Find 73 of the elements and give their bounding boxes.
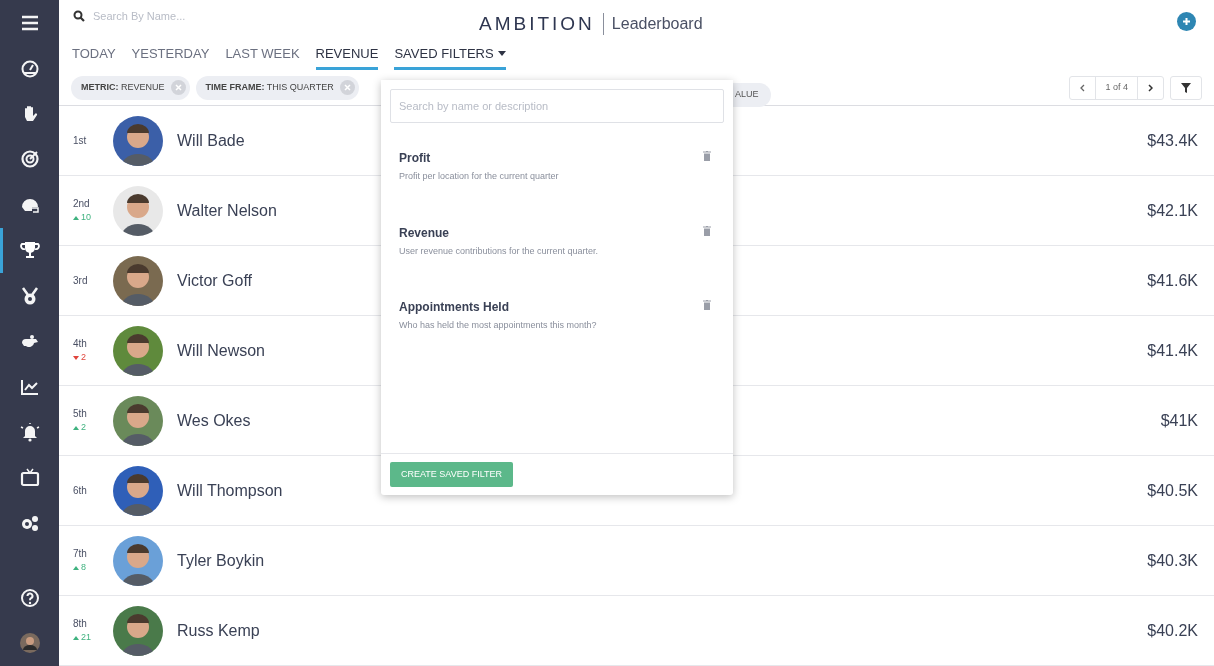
user-avatar[interactable] xyxy=(19,633,40,654)
page-title: Leaderboard xyxy=(611,14,703,35)
filter-title[interactable]: Revenue xyxy=(399,223,703,242)
target-icon[interactable] xyxy=(19,149,40,170)
chevron-right-icon xyxy=(1148,83,1153,92)
filter-description: Who has held the most appointments this month? xyxy=(399,319,598,332)
rank: 7th xyxy=(73,547,88,562)
tab[interactable]: YESTERDAY xyxy=(131,43,210,71)
filter-icon xyxy=(1181,82,1191,93)
filter-title[interactable]: Appointments Held xyxy=(399,298,703,316)
revenue-value: $41.6K xyxy=(1147,270,1198,291)
revenue-value: $40.3K xyxy=(1147,550,1198,571)
tv-icon[interactable] xyxy=(19,467,40,488)
up-arrow-icon xyxy=(73,566,79,570)
filter-button[interactable] xyxy=(1170,75,1202,100)
revenue-value: $41.4K xyxy=(1147,340,1198,361)
tab[interactable]: SAVED FILTERS xyxy=(394,43,506,71)
rank-change: 8 xyxy=(81,561,86,575)
filter-chip[interactable]: METRIC: REVENUE xyxy=(71,75,190,100)
revenue-value: $43.4K xyxy=(1147,130,1198,151)
revenue-value: $42.1K xyxy=(1147,200,1198,221)
search-field[interactable]: Search By Name... xyxy=(93,7,293,25)
down-arrow-icon xyxy=(73,356,79,360)
tab[interactable]: REVENUE xyxy=(315,43,379,71)
rank-change: 2 xyxy=(81,421,86,435)
person-name[interactable]: Victor Goff xyxy=(177,268,252,293)
rank-change: 10 xyxy=(81,211,91,225)
active-indicator xyxy=(0,227,3,273)
delete-icon[interactable] xyxy=(703,151,711,161)
tab[interactable]: LAST WEEK xyxy=(225,43,300,71)
revenue-value: $40.5K xyxy=(1147,480,1198,501)
delete-icon[interactable] xyxy=(703,225,711,236)
person-name[interactable]: Will Newson xyxy=(177,338,265,363)
revenue-value: $40.2K xyxy=(1147,620,1198,641)
up-arrow-icon xyxy=(73,426,79,430)
rank: 5th xyxy=(73,407,88,422)
chevron-left-icon xyxy=(1080,83,1086,92)
add-button[interactable] xyxy=(1177,12,1196,31)
help-icon[interactable] xyxy=(19,587,40,608)
up-arrow-icon xyxy=(73,216,79,220)
filter-title[interactable]: Profit xyxy=(399,149,703,167)
filter-description: User revenue contributions for the current quarter. xyxy=(399,244,600,258)
tab[interactable]: TODAY xyxy=(72,43,116,71)
delete-icon[interactable] xyxy=(703,300,711,310)
rank: 8th xyxy=(73,617,88,632)
up-arrow-icon xyxy=(73,636,79,640)
caret-icon xyxy=(497,51,506,56)
rank: 4th xyxy=(73,337,88,352)
page-indicator: 1 of 4 xyxy=(1095,76,1138,99)
revenue-value: $41K xyxy=(1160,410,1198,431)
person-name[interactable]: Wes Okes xyxy=(177,408,251,433)
person-name[interactable]: Tyler Boykin xyxy=(177,548,265,573)
rank: 1st xyxy=(73,134,88,148)
rank: 2nd xyxy=(73,197,91,212)
person-name[interactable]: Will Thompson xyxy=(177,478,283,503)
bell-icon[interactable] xyxy=(19,422,40,443)
filter-chip[interactable]: TIME FRAME: THIS QUARTER xyxy=(195,75,359,100)
brand-logo: AMBITION xyxy=(479,12,595,36)
trophy-icon[interactable] xyxy=(19,240,40,261)
rank: 6th xyxy=(73,484,88,498)
rank-change: 2 xyxy=(81,351,86,365)
rank-change: 21 xyxy=(81,631,91,645)
filter-chip[interactable]: ALUE xyxy=(733,83,771,108)
medal-icon[interactable] xyxy=(19,285,40,306)
search-field[interactable]: Search by name or description xyxy=(390,89,724,123)
person-name[interactable]: Walter Nelson xyxy=(177,198,277,223)
rank: 3rd xyxy=(73,274,89,288)
person-name[interactable]: Russ Kemp xyxy=(177,618,260,643)
person-name[interactable]: Will Bade xyxy=(177,128,245,153)
search-icon xyxy=(73,9,85,22)
filter-description: Profit per location for the current quarter xyxy=(399,170,560,183)
plus-icon xyxy=(1182,17,1191,26)
gauge-icon[interactable] xyxy=(19,58,40,79)
